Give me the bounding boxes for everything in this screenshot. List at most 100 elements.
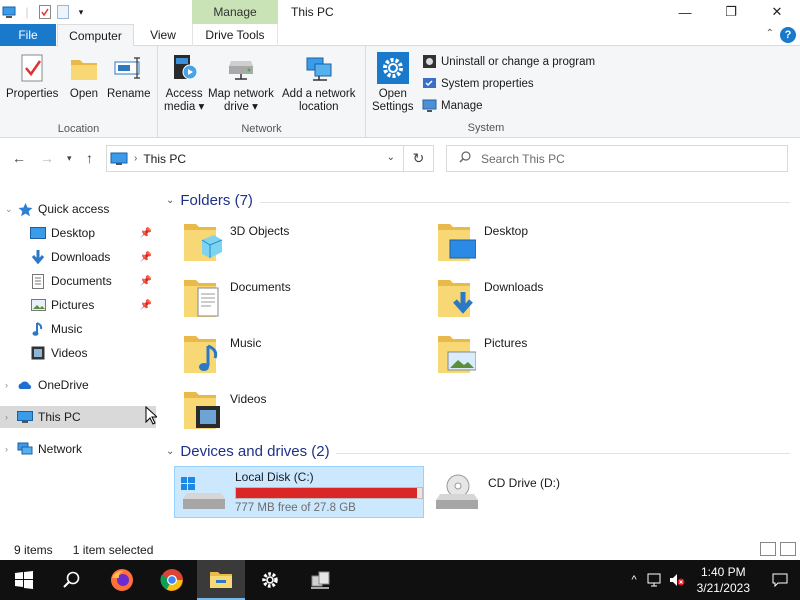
nav-downloads[interactable]: Downloads 📌: [0, 246, 156, 268]
network-status-icon[interactable]: [647, 573, 663, 587]
properties-qat-icon[interactable]: [38, 5, 52, 19]
drive-local-disk-c[interactable]: Local Disk (C:) 777 MB free of 27.8 GB: [174, 466, 424, 518]
search-icon: [63, 571, 80, 588]
map-network-drive-button[interactable]: Map network drive ▾: [208, 52, 274, 114]
expand-chevron-icon[interactable]: ›: [5, 412, 17, 422]
picture-icon: [30, 297, 46, 313]
manage-computer-icon: [422, 99, 437, 112]
back-arrow-icon[interactable]: ←: [12, 150, 26, 166]
recent-locations-icon[interactable]: ▾: [67, 153, 72, 164]
3d-objects-folder-icon: [184, 224, 222, 261]
collapse-chevron-icon[interactable]: ⌄: [166, 446, 174, 457]
windows-logo-icon: [15, 571, 33, 589]
expand-chevron-icon[interactable]: ›: [5, 444, 17, 454]
expand-chevron-icon[interactable]: ›: [5, 380, 17, 390]
collapse-chevron-icon[interactable]: ⌄: [166, 195, 174, 206]
close-button[interactable]: ✕: [754, 0, 800, 24]
show-hidden-icons-icon[interactable]: ^: [631, 574, 636, 586]
nav-onedrive[interactable]: › OneDrive: [0, 374, 156, 396]
breadcrumb-chevron-icon[interactable]: ›: [134, 153, 137, 164]
expand-chevron-icon[interactable]: ⌄: [5, 204, 17, 215]
desktop-icon: [30, 225, 46, 241]
pc-app-icon: [2, 5, 16, 19]
minimize-button[interactable]: —: [662, 0, 708, 24]
address-dropdown-icon[interactable]: ⌄: [387, 152, 395, 163]
taskbar: ^ 1:40 PM 3/21/2023: [0, 560, 800, 600]
pin-icon[interactable]: 📌: [140, 300, 152, 311]
folders-section-header[interactable]: ⌄ Folders (7): [166, 192, 253, 209]
new-folder-qat-icon[interactable]: [56, 5, 70, 19]
properties-button[interactable]: Properties: [6, 52, 58, 101]
section-divider: [336, 453, 790, 454]
file-explorer-taskbar-button[interactable]: [197, 560, 245, 600]
open-button[interactable]: Open: [68, 52, 100, 101]
firefox-taskbar-button[interactable]: [98, 560, 146, 600]
pin-icon[interactable]: 📌: [140, 228, 152, 239]
settings-taskbar-button[interactable]: [246, 560, 294, 600]
drive-name: CD Drive (D:): [488, 476, 560, 490]
rename-button[interactable]: Rename: [107, 52, 150, 101]
start-button[interactable]: [0, 560, 48, 600]
folder-videos[interactable]: Videos: [182, 386, 422, 438]
nav-videos[interactable]: Videos: [0, 342, 156, 364]
add-network-location-button[interactable]: Add a network location: [282, 52, 356, 114]
refresh-button[interactable]: ↻: [404, 145, 434, 172]
nav-documents[interactable]: Documents 📌: [0, 270, 156, 292]
open-settings-button[interactable]: Open Settings: [372, 52, 414, 114]
drive-cd-d[interactable]: CD Drive (D:): [428, 466, 678, 518]
folder-desktop[interactable]: Desktop: [436, 218, 676, 270]
folder-pictures[interactable]: Pictures: [436, 330, 676, 382]
chrome-icon: [160, 569, 183, 591]
nav-this-pc[interactable]: › This PC: [0, 406, 156, 428]
volume-muted-icon[interactable]: [669, 573, 685, 587]
settings-gear-icon: [376, 52, 409, 84]
pin-icon[interactable]: 📌: [140, 276, 152, 287]
pin-icon[interactable]: 📌: [140, 252, 152, 263]
access-media-button[interactable]: Access media ▾: [164, 52, 204, 114]
drives-section-header[interactable]: ⌄ Devices and drives (2): [166, 443, 330, 460]
chrome-taskbar-button[interactable]: [148, 560, 196, 600]
manage-button[interactable]: Manage: [422, 98, 483, 113]
clock[interactable]: 1:40 PM 3/21/2023: [697, 564, 750, 596]
forward-arrow-icon[interactable]: →: [40, 150, 54, 166]
search-taskbar-button[interactable]: [48, 560, 96, 600]
folder-music[interactable]: Music: [182, 330, 422, 382]
network-app-taskbar-button[interactable]: [296, 560, 344, 600]
breadcrumb-this-pc[interactable]: This PC: [143, 152, 186, 166]
selection-count: 1 item selected: [72, 543, 154, 557]
address-bar[interactable]: › This PC ⌄: [106, 145, 404, 172]
tab-file[interactable]: File: [0, 24, 56, 46]
nav-quick-access[interactable]: ⌄ Quick access: [0, 198, 156, 220]
help-icon[interactable]: ?: [780, 27, 796, 43]
system-properties-icon: [423, 78, 436, 88]
tab-drive-tools[interactable]: Drive Tools: [192, 24, 278, 46]
documents-folder-icon: [184, 280, 219, 317]
customize-qat-icon[interactable]: ▾: [74, 5, 88, 19]
tab-computer[interactable]: Computer: [57, 24, 134, 47]
large-icons-view-icon[interactable]: [780, 542, 796, 556]
music-folder-icon: [184, 336, 218, 373]
folder-3d-objects[interactable]: 3D Objects: [182, 218, 422, 270]
properties-icon: [21, 54, 43, 82]
rename-icon: [114, 57, 140, 79]
maximize-button[interactable]: ❐: [708, 0, 754, 24]
uninstall-program-button[interactable]: Uninstall or change a program: [422, 54, 595, 69]
details-view-icon[interactable]: [760, 542, 776, 556]
title-bar: | ▾ Manage This PC — ❐ ✕: [0, 0, 800, 24]
search-icon: [459, 151, 471, 166]
search-input[interactable]: Search This PC: [446, 145, 788, 172]
nav-pictures[interactable]: Pictures 📌: [0, 294, 156, 316]
cloud-icon: [17, 377, 33, 393]
nav-music[interactable]: Music: [0, 318, 156, 340]
folder-downloads[interactable]: Downloads: [436, 274, 676, 326]
nav-network[interactable]: › Network: [0, 438, 156, 460]
ribbon-collapse-icon[interactable]: ⌃: [766, 28, 774, 39]
nav-desktop[interactable]: Desktop 📌: [0, 222, 156, 244]
system-properties-button[interactable]: System properties: [422, 76, 534, 91]
pictures-folder-icon: [438, 336, 476, 373]
tab-view[interactable]: View: [140, 24, 186, 46]
folder-documents[interactable]: Documents: [182, 274, 422, 326]
notifications-button[interactable]: [760, 560, 800, 600]
ribbon: Properties Open Rename Location Access m…: [0, 46, 800, 138]
up-arrow-icon[interactable]: ↑: [86, 150, 93, 166]
